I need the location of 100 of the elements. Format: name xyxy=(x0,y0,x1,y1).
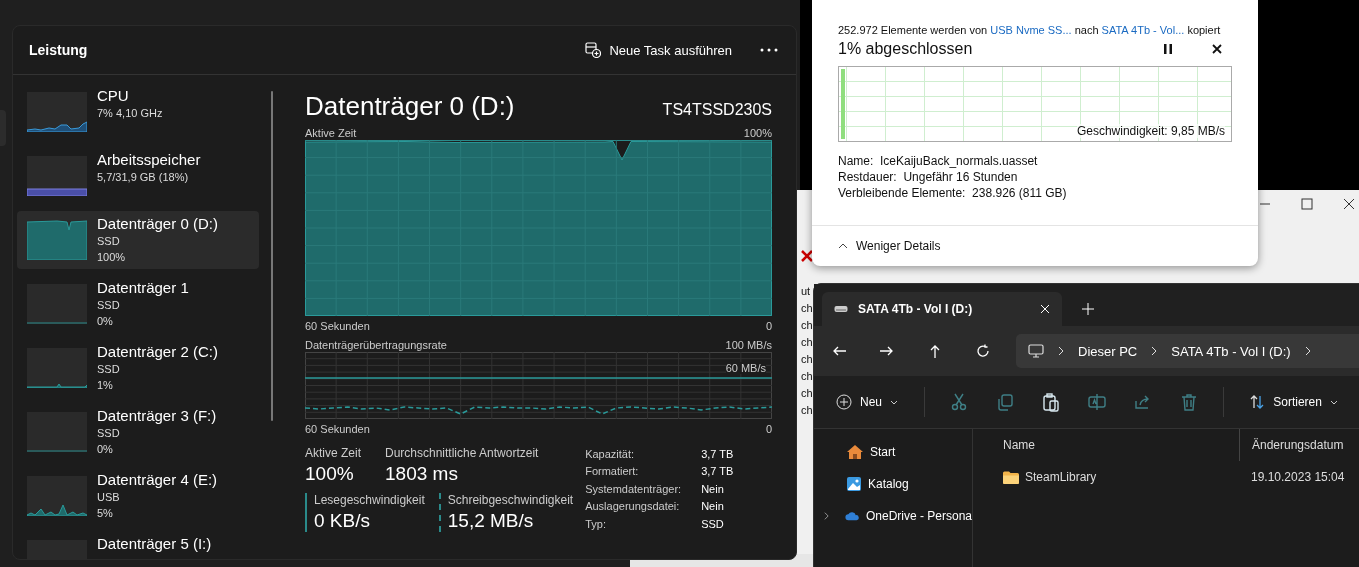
usage-sparkline xyxy=(27,348,87,388)
rename-icon xyxy=(1086,392,1107,412)
stat-label: Lesegeschwindigkeit xyxy=(314,493,425,507)
device-item[interactable]: Arbeitsspeicher 5,7/31,9 GB (18%) xyxy=(17,147,260,205)
column-header[interactable]: Name xyxy=(991,429,1239,461)
more-icon[interactable] xyxy=(760,48,778,52)
error-icon xyxy=(801,250,813,262)
chart-label: Datenträgerübertragungsrate xyxy=(305,338,447,352)
device-name: Datenträger 0 (D:) xyxy=(97,214,218,233)
chevron-right-icon xyxy=(1151,346,1158,356)
device-name: Datenträger 5 (I:) xyxy=(97,534,212,553)
plus-icon[interactable] xyxy=(1082,303,1094,315)
run-task-button[interactable]: Neue Task ausführen xyxy=(577,38,740,62)
file-name-cell[interactable]: SteamLibrary xyxy=(991,461,1239,493)
stat-label: Schreibgeschwindigkeit xyxy=(447,493,574,507)
caret-icon xyxy=(890,399,898,405)
stat-label: Durchschnittliche Antwortzeit xyxy=(385,446,539,460)
chevron-right-icon xyxy=(824,511,829,521)
device-item[interactable]: Datenträger 0 (D:) SSD 100% xyxy=(17,211,260,269)
pause-icon xyxy=(1164,44,1172,54)
device-item[interactable]: Datenträger 2 (C:) SSD 1% xyxy=(17,339,260,397)
back-arrow-icon[interactable] xyxy=(832,344,846,358)
caret-icon xyxy=(1329,399,1338,405)
maximize-icon[interactable] xyxy=(1301,198,1313,210)
device-stat: 7% 4,10 GHz xyxy=(97,106,163,121)
device-stat: 0% xyxy=(97,314,114,329)
close-icon[interactable] xyxy=(1343,198,1355,210)
chevron-right-icon xyxy=(1058,346,1064,356)
device-model: TS4TSSD230S xyxy=(662,101,772,120)
device-name: Datenträger 3 (F:) xyxy=(97,406,217,425)
usage-sparkline xyxy=(27,412,87,452)
device-item[interactable]: Datenträger 4 (E:) USB 5% xyxy=(17,467,260,525)
up-arrow-icon[interactable] xyxy=(928,344,942,358)
text-fragment: ch xyxy=(801,301,813,316)
plus-circle-icon xyxy=(836,394,852,410)
address-bar[interactable]: Dieser PC SATA 4Tb - Vol I (D:) xyxy=(1016,334,1359,368)
chevron-right-icon xyxy=(1304,346,1311,356)
device-title: Datenträger 0 (D:) xyxy=(305,91,515,122)
usage-sparkline xyxy=(27,476,87,516)
axis-label: 0 xyxy=(765,422,772,436)
stat-value: 0 KB/s xyxy=(314,510,371,532)
nav-item[interactable]: Katalog xyxy=(814,473,972,495)
usage-sparkline xyxy=(27,220,87,260)
forward-arrow-icon[interactable] xyxy=(880,344,894,358)
sort-arrows-icon xyxy=(1249,394,1266,410)
device-stat: 5% xyxy=(97,506,114,521)
device-name: Datenträger 4 (E:) xyxy=(97,470,218,489)
progress-status: 1% abgeschlossen xyxy=(838,40,974,58)
chevron-up-icon xyxy=(838,243,848,249)
breadcrumb[interactable]: SATA 4Tb - Vol I (D:) xyxy=(1171,343,1291,359)
picture-icon xyxy=(846,476,862,492)
column-header[interactable]: Änderungsdatum xyxy=(1239,429,1359,461)
property-label: Typ: xyxy=(585,517,607,532)
property-value: SSD xyxy=(701,517,725,532)
location-link[interactable]: SATA 4Tb - Vol... xyxy=(1101,24,1185,36)
detail-line: Restdauer: Ungefähr 16 Stunden xyxy=(838,169,1019,185)
device-name: Datenträger 2 (C:) xyxy=(97,342,218,361)
device-item[interactable]: Datenträger 5 (I:) xyxy=(17,531,260,559)
device-stat: 1% xyxy=(97,378,114,393)
sort-button[interactable]: Sortieren xyxy=(1245,390,1342,414)
text-fragment: ch xyxy=(801,335,813,350)
refresh-icon[interactable] xyxy=(976,344,990,358)
property-label: Systemdatenträger: xyxy=(585,482,683,497)
copy-summary: 252.972 Elemente werden von USB Nvme SS... nach SATA 4Tb - Vol... kopiert xyxy=(838,24,1222,36)
details-toggle[interactable]: Weniger Details xyxy=(832,238,947,254)
scrollbar[interactable] xyxy=(271,91,273,421)
device-stat: 5,7/31,9 GB (18%) xyxy=(97,170,190,185)
device-name: Datenträger 1 xyxy=(97,278,189,297)
usage-sparkline xyxy=(27,284,87,324)
text-fragment: ch xyxy=(801,318,813,333)
device-item[interactable]: Datenträger 1 SSD 0% xyxy=(17,275,260,333)
nav-label: Start xyxy=(870,445,896,459)
device-stat: 0% xyxy=(97,442,114,457)
device-name: CPU xyxy=(97,86,130,105)
axis-label: 0 xyxy=(765,319,772,333)
monitor-icon xyxy=(1028,344,1044,358)
nav-item[interactable]: Start xyxy=(814,441,972,463)
text-fragment: ch xyxy=(801,352,813,367)
stat-value: 15,2 MB/s xyxy=(447,510,535,532)
new-task-icon xyxy=(585,42,602,58)
tab-title: SATA 4Tb - Vol I (D:) xyxy=(858,302,974,316)
property-label: Kapazität: xyxy=(585,448,636,462)
device-stat: SSD xyxy=(97,426,121,441)
drive-icon xyxy=(834,305,848,313)
nav-item[interactable]: OneDrive - Persona xyxy=(814,505,972,527)
axis-label: 100% xyxy=(743,126,772,140)
detail-line: Name: IceKaijuBack_normals.uasset xyxy=(838,153,1039,169)
device-item[interactable]: Datenträger 3 (F:) SSD 0% xyxy=(17,403,260,461)
new-button[interactable]: Neu xyxy=(832,390,902,414)
axis-label: 60 Sekunden xyxy=(305,422,370,436)
device-name: Arbeitsspeicher xyxy=(97,150,201,169)
stat-label: Aktive Zeit xyxy=(305,446,361,460)
breadcrumb[interactable]: Dieser PC xyxy=(1078,343,1138,359)
location-link[interactable]: USB Nvme SS... xyxy=(990,24,1072,36)
explorer-tab[interactable]: SATA 4Tb - Vol I (D:) xyxy=(822,292,1062,326)
device-item[interactable]: CPU 7% 4,10 GHz xyxy=(17,83,260,141)
property-value: Nein xyxy=(701,500,725,515)
axis-label: 60 MB/s xyxy=(725,362,766,374)
house-icon xyxy=(846,444,864,460)
property-label: Auslagerungsdatei: xyxy=(585,500,681,515)
